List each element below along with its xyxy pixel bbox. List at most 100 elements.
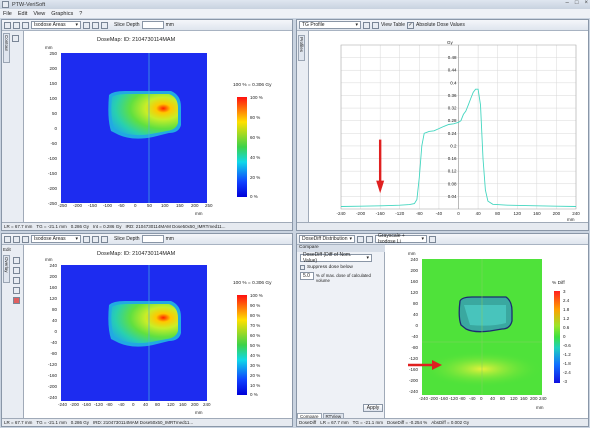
x-tick: -40 xyxy=(469,396,476,401)
settings-icon[interactable] xyxy=(357,235,364,243)
settings-icon[interactable] xyxy=(83,21,90,29)
dose-map-panel-top: Isodose Areas ▾ Slice Depth mm Contour Do… xyxy=(1,19,293,231)
slice-depth-label: Slice Depth xyxy=(114,22,140,28)
colorbar-tick: 100 % xyxy=(250,293,263,298)
tool-icon[interactable] xyxy=(13,287,20,294)
x-tick: 160 xyxy=(520,396,528,401)
pin-icon[interactable] xyxy=(12,35,19,42)
y-tick-label: 0.2 xyxy=(450,143,457,148)
compare-type-select[interactable]: DoseDiff (Diff of Nom. Value) ▾ xyxy=(300,252,372,264)
save-icon[interactable] xyxy=(13,235,20,243)
tool-icon[interactable] xyxy=(13,267,20,274)
colorbar-title: 100 % = 0.306 Gy xyxy=(233,83,272,88)
colorbar-tick: 2.4 xyxy=(563,298,570,303)
profile-select[interactable]: TG Profile ▾ xyxy=(299,21,361,29)
tab-overlay[interactable]: Overlay xyxy=(3,255,10,283)
x-tick: -240 xyxy=(58,402,68,407)
suppress-checkbox[interactable] xyxy=(300,265,305,270)
menu-graphics[interactable]: Graphics xyxy=(51,11,73,17)
slice-depth-field[interactable] xyxy=(141,235,164,243)
abs-dose-checkbox[interactable]: ✓ xyxy=(407,21,414,29)
display-select[interactable]: Grayscale + Isodose Li ▾ xyxy=(375,233,427,245)
menu-tools[interactable]: ? xyxy=(79,11,82,17)
x-tick: 200 xyxy=(191,203,199,208)
x-tick: -200 xyxy=(73,203,83,208)
colorbar xyxy=(237,97,247,197)
axis-unit-y: mm xyxy=(408,251,416,256)
x-axis: -240 -200 -160 -120 -80 -40 0 40 80 120 … xyxy=(419,396,547,404)
tab-edit[interactable]: Edit xyxy=(3,247,11,252)
axis-unit-x: mm xyxy=(195,211,203,216)
y-axis: 250 200 150 100 50 0 -50 -100 -150 -200 … xyxy=(43,51,59,207)
grid-icon[interactable] xyxy=(92,235,99,243)
menu-view[interactable]: View xyxy=(33,11,45,17)
dose-map-view-bottom: DoseMap: ID: 2104730114MAM mm -240 -200 … xyxy=(25,245,292,420)
colorbar-labels: 3 2.4 1.8 1.2 0.6 0 -0.6 -1.2 -1.8 -2.4 … xyxy=(563,289,579,385)
tool-icon[interactable] xyxy=(13,277,20,284)
grid-icon[interactable] xyxy=(92,21,99,29)
folder-icon[interactable] xyxy=(22,21,29,29)
x-tick: -200 xyxy=(70,402,80,407)
y-tick: 160 xyxy=(49,285,57,290)
colorbar-tick: 80 % xyxy=(250,115,261,120)
analysis-select[interactable]: DoseDiff Distribution ▾ xyxy=(299,235,355,243)
suppress-percent-field[interactable]: 5.0 xyxy=(300,272,314,280)
x-tick: 40 xyxy=(490,396,496,401)
y-tick: -160 xyxy=(408,367,418,372)
x-tick: -160 xyxy=(82,402,92,407)
apply-button[interactable]: Apply xyxy=(363,404,383,412)
maximize-icon[interactable]: □ xyxy=(575,0,579,6)
y-tick: 120 xyxy=(49,296,57,301)
profile-options-icon[interactable] xyxy=(363,21,370,29)
diff-map-image[interactable] xyxy=(422,259,542,395)
x-tick: -200 xyxy=(429,396,439,401)
zoom-icon[interactable] xyxy=(101,21,108,29)
colorbar-tick: -1.8 xyxy=(563,361,571,366)
menu-file[interactable]: File xyxy=(3,11,12,17)
colorbar-tick: 50 % xyxy=(250,343,261,348)
open-icon[interactable] xyxy=(4,235,11,243)
menu-edit[interactable]: Edit xyxy=(18,11,27,17)
x-tick: -120 xyxy=(449,396,459,401)
delete-icon[interactable] xyxy=(13,297,20,304)
x-tick-label: 0 xyxy=(457,211,460,216)
compare-panel: DoseDiff Distribution ▾ Grayscale + Isodo… xyxy=(296,233,589,427)
profile-chart[interactable]: -240 -200 -160 -120 -80 -40 0 40 80 120 160 200 240 0… xyxy=(311,31,588,224)
x-tick: 40 xyxy=(143,402,149,407)
colorbar-tick: 3 xyxy=(563,289,566,294)
axis-unit-x: mm xyxy=(195,410,203,415)
display-mode-select-bottom[interactable]: Isodose Areas ▾ xyxy=(31,235,81,243)
tab-profiles[interactable]: Profiles xyxy=(298,35,305,61)
status-dose: 0.286 Gy xyxy=(70,420,90,425)
y-tick: -50 xyxy=(50,141,57,146)
chevron-down-icon: ▾ xyxy=(355,22,358,28)
compare-options: Compare DoseDiff (Diff of Nom. Value) ▾ S… xyxy=(297,245,385,420)
dose-map-image-bottom[interactable] xyxy=(61,265,207,401)
settings-icon[interactable] xyxy=(83,235,90,243)
y-tick: 0 xyxy=(415,323,418,328)
folder-icon[interactable] xyxy=(22,235,29,243)
dose-map-image[interactable] xyxy=(61,53,207,203)
x-tick-label: -40 xyxy=(436,211,443,216)
view-table-checkbox[interactable] xyxy=(372,21,379,29)
y-tick-label: 0.28 xyxy=(448,118,457,123)
slice-depth-field[interactable] xyxy=(141,21,164,29)
minimize-icon[interactable]: – xyxy=(566,0,569,6)
tab-contour[interactable]: Contour xyxy=(3,33,10,63)
display-mode-select[interactable]: Isodose Areas ▾ xyxy=(31,21,81,29)
x-tick: -80 xyxy=(106,402,113,407)
zoom-icon[interactable] xyxy=(429,235,436,243)
x-tick: 240 xyxy=(203,402,211,407)
save-icon[interactable] xyxy=(13,21,20,29)
y-tick-label: 0.24 xyxy=(448,131,457,136)
close-icon[interactable]: × xyxy=(584,0,588,6)
status-dosediff: DoseDiff = -0.254 % xyxy=(386,420,428,425)
open-icon[interactable] xyxy=(4,21,11,29)
dose-map-panel-bottom: Isodose Areas ▾ Slice Depth mm Edit Overl… xyxy=(1,233,293,427)
tool-icon[interactable] xyxy=(13,257,20,264)
x-tick-label: 120 xyxy=(513,211,521,216)
grid-icon[interactable] xyxy=(366,235,373,243)
x-tick: 160 xyxy=(179,402,187,407)
zoom-icon[interactable] xyxy=(101,235,108,243)
colorbar-tick: 0 % xyxy=(250,194,258,199)
